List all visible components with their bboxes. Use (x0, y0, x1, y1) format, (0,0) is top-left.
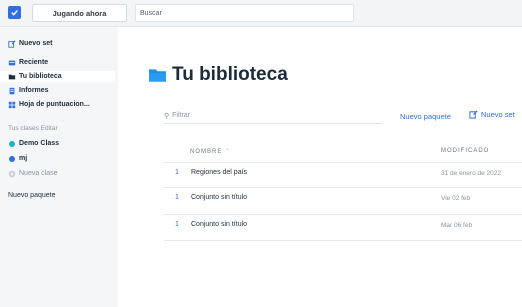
column-header-name[interactable]: NOMBRE ⌃ (190, 148, 231, 155)
row-count: 1 (175, 194, 179, 201)
sidebar-item-recent[interactable]: Reciente (8, 57, 48, 68)
inbox-icon (8, 59, 16, 67)
table-row[interactable]: 1 Conjunto sin título Vie 02 feb (164, 187, 522, 207)
sidebar-item-label: Hoja de puntuacion... (19, 101, 90, 108)
sidebar-new-set[interactable]: Nuevo set (8, 38, 52, 49)
table-row[interactable]: 1 Regiones del país 31 de enero de 2022 (164, 162, 522, 182)
page-title: Tu biblioteca (149, 64, 288, 86)
folder-icon (8, 73, 16, 81)
search-input[interactable]: Buscar (135, 4, 354, 22)
column-header-modified[interactable]: MODIFICADO (441, 148, 489, 154)
column-header-name-label: NOMBRE (190, 149, 223, 155)
class-dot-icon (8, 155, 16, 163)
row-name[interactable]: Conjunto sin título (191, 194, 247, 201)
sidebar: Nuevo set Reciente Tu biblioteca Informe… (0, 27, 118, 307)
check-logo-icon[interactable] (8, 6, 21, 19)
top-bar: Jugando ahora Buscar (0, 0, 522, 27)
row-name[interactable]: Conjunto sin título (191, 221, 247, 228)
sidebar-new-set-label: Nuevo set (19, 40, 53, 47)
playing-now-button[interactable]: Jugando ahora (32, 4, 127, 22)
sidebar-item-reports[interactable]: Informes (8, 85, 49, 96)
sidebar-item-label: Tu biblioteca (19, 73, 62, 80)
class-color-dot (9, 155, 15, 162)
row-modified: 31 de enero de 2022 (441, 170, 501, 177)
row-count: 1 (175, 169, 179, 176)
filter-placeholder: Filtrar (172, 112, 191, 119)
sidebar-new-package[interactable]: Nuevo paquete (8, 190, 55, 201)
table-row[interactable]: 1 Conjunto sin título Mar 06 feb (164, 214, 522, 234)
row-modified: Vie 02 feb (441, 195, 471, 202)
report-icon (8, 87, 16, 95)
new-class-label: Nueva clase (19, 170, 58, 177)
row-name[interactable]: Regiones del país (191, 169, 247, 176)
sort-asc-icon: ⌃ (225, 149, 232, 155)
search-icon: ⚲ (164, 112, 170, 120)
new-package-button[interactable]: Nuevo paquete (400, 112, 451, 121)
class-dot-icon (8, 140, 16, 148)
edit-icon (8, 39, 16, 48)
new-class-button[interactable]: Nueva clase (8, 168, 58, 179)
plus-circle-icon (8, 170, 16, 178)
class-label: Demo Class (19, 140, 60, 147)
classes-section: Tus clases Editar (8, 125, 58, 132)
class-label: mj (19, 155, 28, 162)
scoresheet-icon (8, 101, 16, 109)
row-count: 1 (175, 221, 179, 228)
row-modified: Mar 06 feb (441, 222, 473, 229)
classes-edit-link[interactable]: Editar (41, 125, 58, 132)
class-item-demo[interactable]: Demo Class (8, 138, 59, 149)
sidebar-item-library[interactable]: Tu biblioteca (0, 71, 115, 82)
table-bottom-divider (164, 240, 522, 241)
new-set-button[interactable]: Nuevo set (469, 110, 515, 119)
page-title-text: Tu biblioteca (172, 64, 288, 85)
classes-label: Tus clases (8, 125, 39, 132)
folder-icon (149, 69, 166, 82)
filter-input[interactable]: ⚲ Filtrar (164, 108, 382, 124)
sidebar-item-label: Reciente (19, 59, 49, 66)
class-color-dot (9, 140, 15, 147)
edit-icon (469, 110, 478, 119)
sidebar-item-label: Informes (19, 87, 49, 94)
sidebar-new-package-label: Nuevo paquete (8, 192, 56, 199)
class-item-mj[interactable]: mj (8, 153, 27, 164)
new-set-label: Nuevo set (481, 110, 515, 119)
sidebar-item-scoresheet[interactable]: Hoja de puntuacion... (8, 99, 90, 110)
